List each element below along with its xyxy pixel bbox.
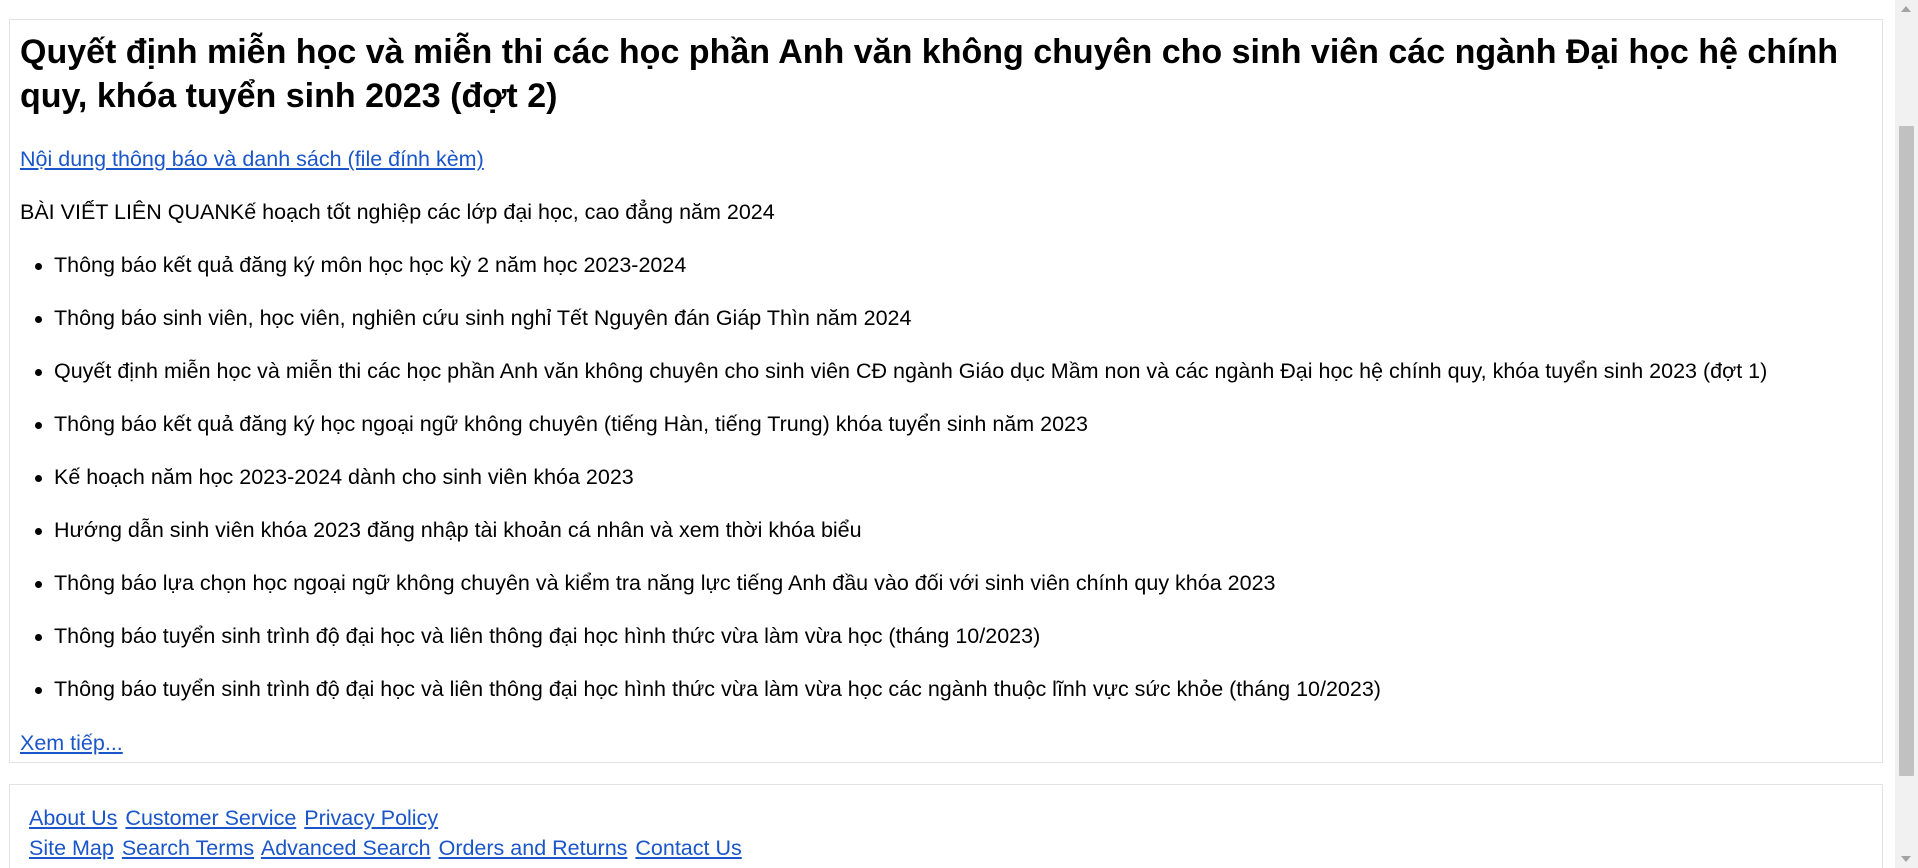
related-post-item[interactable]: Hướng dẫn sinh viên khóa 2023 đăng nhập … xyxy=(20,517,1767,570)
footer-links-row: Site Map Search Terms Advanced Search Or… xyxy=(29,835,744,861)
footer-link-orders-returns[interactable]: Orders and Returns xyxy=(439,836,628,860)
related-post-item[interactable]: Thông báo tuyển sinh trình độ đại học và… xyxy=(20,623,1767,676)
related-post-item[interactable]: Thông báo kết quả đăng ký học ngoại ngữ … xyxy=(20,411,1767,464)
see-more-link[interactable]: Xem tiếp... xyxy=(20,730,123,756)
related-post-item[interactable]: Kế hoạch năm học 2023-2024 dành cho sinh… xyxy=(20,464,1767,517)
attachment-link[interactable]: Nội dung thông báo và danh sách (file đí… xyxy=(20,146,484,172)
related-posts-list: Thông báo kết quả đăng ký môn học học kỳ… xyxy=(20,252,1767,729)
page-viewport: Quyết định miễn học và miễn thi các học … xyxy=(0,0,1918,868)
related-post-link[interactable]: Kế hoạch tốt nghiệp các lớp đại học, cao… xyxy=(230,200,775,224)
related-post-item[interactable]: Thông báo tuyển sinh trình độ đại học và… xyxy=(20,676,1767,729)
scroll-up-arrow-icon[interactable] xyxy=(1901,6,1911,12)
footer-link-customer-service[interactable]: Customer Service xyxy=(125,806,296,830)
article-container: Quyết định miễn học và miễn thi các học … xyxy=(9,19,1883,763)
footer-link-about-us[interactable]: About Us xyxy=(29,806,117,830)
vertical-scrollbar[interactable] xyxy=(1895,0,1918,868)
related-posts-heading: BÀI VIẾT LIÊN QUAN xyxy=(20,200,230,224)
related-post-item[interactable]: Thông báo lựa chọn học ngoại ngữ không c… xyxy=(20,570,1767,623)
footer: About Us Customer Service Privacy Policy… xyxy=(9,784,1883,868)
scroll-down-arrow-icon[interactable] xyxy=(1901,856,1911,862)
related-post-item[interactable]: Thông báo sinh viên, học viên, nghiên cứ… xyxy=(20,305,1767,358)
related-post-item[interactable]: Thông báo kết quả đăng ký môn học học kỳ… xyxy=(20,252,1767,305)
footer-link-privacy-policy[interactable]: Privacy Policy xyxy=(304,806,438,830)
footer-links-row: About Us Customer Service Privacy Policy xyxy=(29,805,440,831)
footer-link-site-map[interactable]: Site Map xyxy=(29,836,114,860)
related-posts-heading-row: BÀI VIẾT LIÊN QUANKế hoạch tốt nghiệp cá… xyxy=(20,199,775,225)
footer-link-advanced-search[interactable]: Advanced Search xyxy=(261,836,431,860)
scrollbar-thumb[interactable] xyxy=(1899,126,1914,776)
footer-link-search-terms[interactable]: Search Terms xyxy=(122,836,254,860)
page-title: Quyết định miễn học và miễn thi các học … xyxy=(20,33,1839,115)
related-post-item[interactable]: Quyết định miễn học và miễn thi các học … xyxy=(20,358,1767,411)
footer-link-contact-us[interactable]: Contact Us xyxy=(635,836,741,860)
